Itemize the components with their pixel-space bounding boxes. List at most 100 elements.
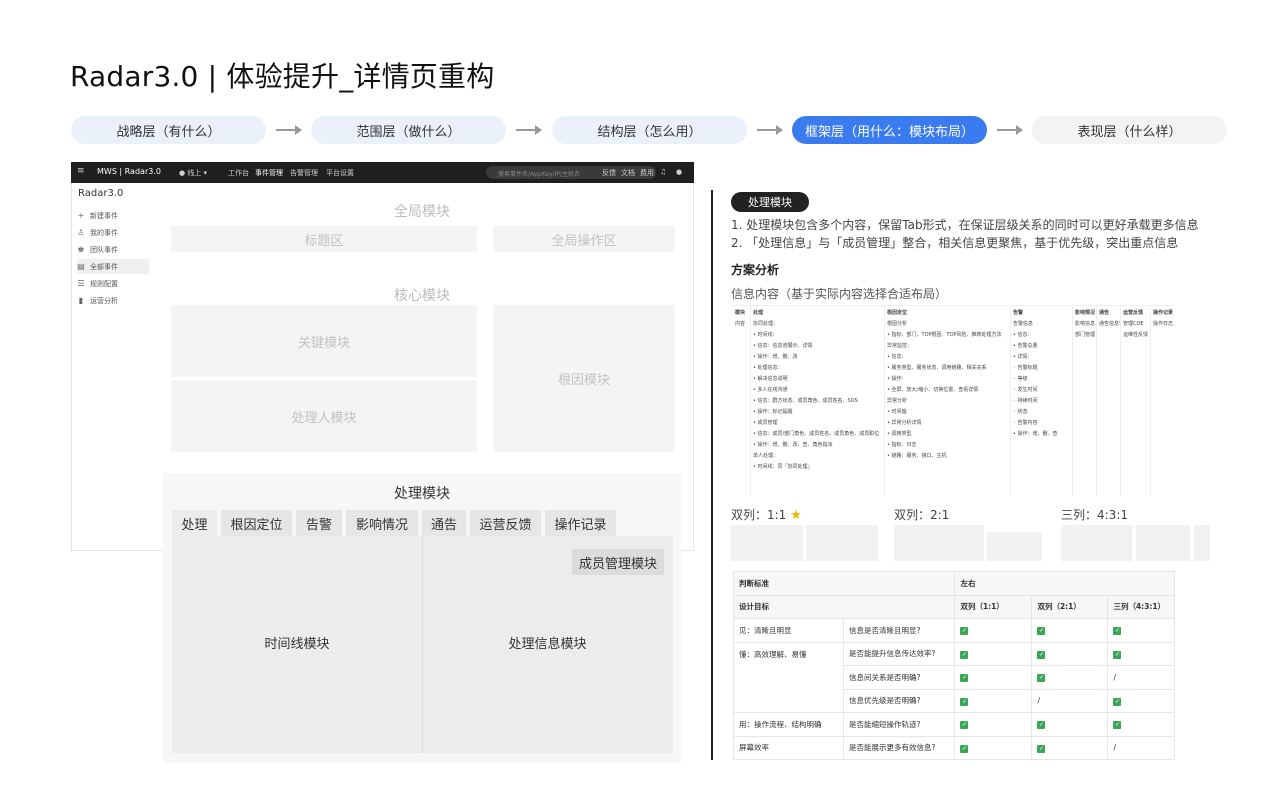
- mini-table-line: • 操作：增、删、查: [1013, 431, 1058, 437]
- menu-icon[interactable]: ≡: [77, 166, 85, 176]
- tab-notice[interactable]: 通告: [422, 510, 466, 536]
- mini-table-line: • 信息：: [1013, 332, 1033, 338]
- mini-table-line: • 操作：增、删、改、查、角色指派: [753, 442, 833, 448]
- sidebar-item-analytics[interactable]: ▮ 运营分析: [77, 293, 149, 308]
- header-cell: 三列（4:3:1）: [1107, 594, 1175, 619]
- nav-feedback[interactable]: 反馈: [602, 168, 616, 178]
- mini-table-line: 单人处理：: [753, 453, 779, 459]
- comparison-table: 判断标准 左右 设计目标 双列（1:1） 双列（2:1） 三列（4:3:1） 见…: [732, 571, 1175, 760]
- check-icon: ✓: [960, 697, 969, 706]
- mini-table-line: • 服务类型、服务状态、调用链路、相关关系: [887, 365, 987, 371]
- avatar[interactable]: ●: [676, 168, 682, 176]
- table-header-row: 设计目标 双列（1:1） 双列（2:1） 三列（4:3:1）: [732, 594, 1175, 619]
- header-cell: 双列（2:1）: [1031, 594, 1109, 619]
- sidebar-item-rules[interactable]: ☰ 规则配置: [77, 276, 149, 291]
- tab-op-log[interactable]: 操作记录: [545, 510, 616, 536]
- step-structure[interactable]: 结构层（怎么用）: [552, 116, 747, 144]
- header-cell: 判断标准: [732, 571, 956, 596]
- core-module-label: 核心模块: [394, 288, 450, 304]
- question-cell: 信息间关系是否明确?: [842, 665, 956, 690]
- list-icon: ▤: [77, 262, 85, 271]
- app-logo[interactable]: MWS | Radar3.0: [97, 167, 161, 176]
- mini-table-line: • 信息：: [887, 354, 907, 360]
- goal-cell: [733, 665, 844, 689]
- nav-alerts[interactable]: 告警管理: [290, 168, 318, 178]
- header-cell: 设计目标: [732, 594, 956, 619]
- process-info-module: 处理信息模块: [508, 637, 587, 652]
- mini-table-line: 操作日志: [1153, 321, 1174, 327]
- table-row: 信息间关系是否明确? ✓ ✓ /: [733, 665, 1175, 690]
- mini-table-line: 通告信息管理: [1099, 321, 1120, 327]
- table-row: 屏幕效率 是否能展示更多有效信息? ✓ ✓ /: [733, 735, 1175, 760]
- check-icon: ✓: [960, 721, 969, 730]
- check-icon: ✓: [1037, 627, 1046, 636]
- mini-table-line: • 全屏、放大/缩小、切换位置、查看详情: [887, 387, 979, 393]
- tab-impact[interactable]: 影响情况: [346, 510, 418, 536]
- mini-table-line: • 成员管理: [753, 420, 778, 426]
- mini-col-module: 模块 内容: [733, 306, 751, 496]
- nav-settings[interactable]: 平台设置: [326, 168, 354, 178]
- timeline-module: 时间线模块: [264, 637, 330, 652]
- tab-alerts[interactable]: 告警: [296, 510, 342, 536]
- mini-table-line: 管理COE: [1123, 321, 1144, 327]
- check-icon: ✓: [960, 627, 969, 636]
- page-title: Radar3.0 | 体验提升_详情页重构: [70, 60, 495, 93]
- info-content-label: 信息内容（基于实际内容选择合适布局）: [731, 287, 948, 301]
- layout-1-1-left: [731, 525, 803, 561]
- nav-workbench[interactable]: 工作台: [228, 168, 249, 178]
- value-cell: ✓: [1031, 712, 1109, 737]
- layout-2-1-left: [894, 525, 984, 561]
- step-surface[interactable]: 表现层（什么样）: [1032, 116, 1227, 144]
- nav-cost[interactable]: 费用: [640, 168, 654, 178]
- mini-table-line: • 详情：: [1013, 354, 1033, 360]
- question-cell: 是否能提升信息传达效率?: [842, 641, 956, 666]
- mini-table-line: • 多人在线沟通: [753, 387, 788, 393]
- question-cell: 是否能缩短操作轨迹?: [842, 712, 956, 737]
- env-select[interactable]: ● 线上 ▾: [179, 168, 207, 178]
- goal-cell: [733, 689, 844, 713]
- step-skeleton[interactable]: 框架层（用什么：模块布局）: [792, 116, 987, 144]
- check-icon: ✓: [960, 744, 969, 753]
- sidebar-item-mine[interactable]: ♙ 我的事件: [77, 225, 149, 240]
- value-cell: ✓: [1107, 641, 1175, 666]
- goal-cell: 屏幕效率: [733, 735, 844, 760]
- bell-icon[interactable]: ♫: [660, 168, 666, 176]
- layout-4-3-1-b: [1136, 525, 1190, 561]
- mini-table-line: • 时间线：: [753, 332, 778, 338]
- arrow-icon: [757, 125, 783, 135]
- mini-table-line: • 操作：增、删、改: [753, 354, 798, 360]
- value-cell: ✓: [1031, 665, 1109, 690]
- value-cell: ✓: [1031, 735, 1109, 760]
- sidebar-item-all[interactable]: ▤ 全部事件: [77, 259, 149, 274]
- layout-2-1-right: [987, 532, 1042, 561]
- member-module: 成员管理模块: [572, 549, 664, 575]
- sidebar-title: Radar3.0: [78, 188, 124, 199]
- step-strategy[interactable]: 战略层（有什么）: [71, 116, 266, 144]
- tab-ops-feedback[interactable]: 运营反馈: [470, 510, 541, 536]
- mini-table-line: 根因分析: [887, 321, 908, 327]
- step-scope[interactable]: 范围层（做什么）: [311, 116, 506, 144]
- nav-docs[interactable]: 文档: [621, 168, 635, 178]
- check-icon: ✓: [1037, 744, 1046, 753]
- tab-root-cause[interactable]: 根因定位: [221, 510, 292, 536]
- sidebar-item-team[interactable]: ♚ 团队事件: [77, 242, 149, 257]
- mini-table-line: ◦ 状态: [1013, 409, 1028, 415]
- tab-process[interactable]: 处理: [172, 510, 217, 536]
- global-module-label: 全局模块: [394, 204, 450, 220]
- check-icon: ✓: [1037, 674, 1046, 683]
- value-cell: ✓: [1107, 618, 1175, 643]
- mini-table-line: 运维性反馈: [1123, 332, 1149, 338]
- arrow-icon: [997, 125, 1023, 135]
- section-pill: 处理模块: [731, 192, 809, 212]
- mini-table-line: ◦ 持续时间: [1013, 398, 1038, 404]
- plus-icon: +: [77, 211, 85, 220]
- check-icon: ✓: [1037, 721, 1046, 730]
- sidebar-item-new[interactable]: + 新建事件: [77, 208, 149, 223]
- sliders-icon: ☰: [77, 279, 85, 288]
- layout-4-3-1-a: [1061, 525, 1132, 561]
- mini-table-line: ◦ 等级: [1013, 376, 1028, 382]
- mini-table-line: • 指标、日志: [887, 442, 917, 448]
- value-cell: /: [1031, 688, 1109, 713]
- arrow-icon: [276, 125, 302, 135]
- nav-events[interactable]: 事件管理: [255, 168, 283, 178]
